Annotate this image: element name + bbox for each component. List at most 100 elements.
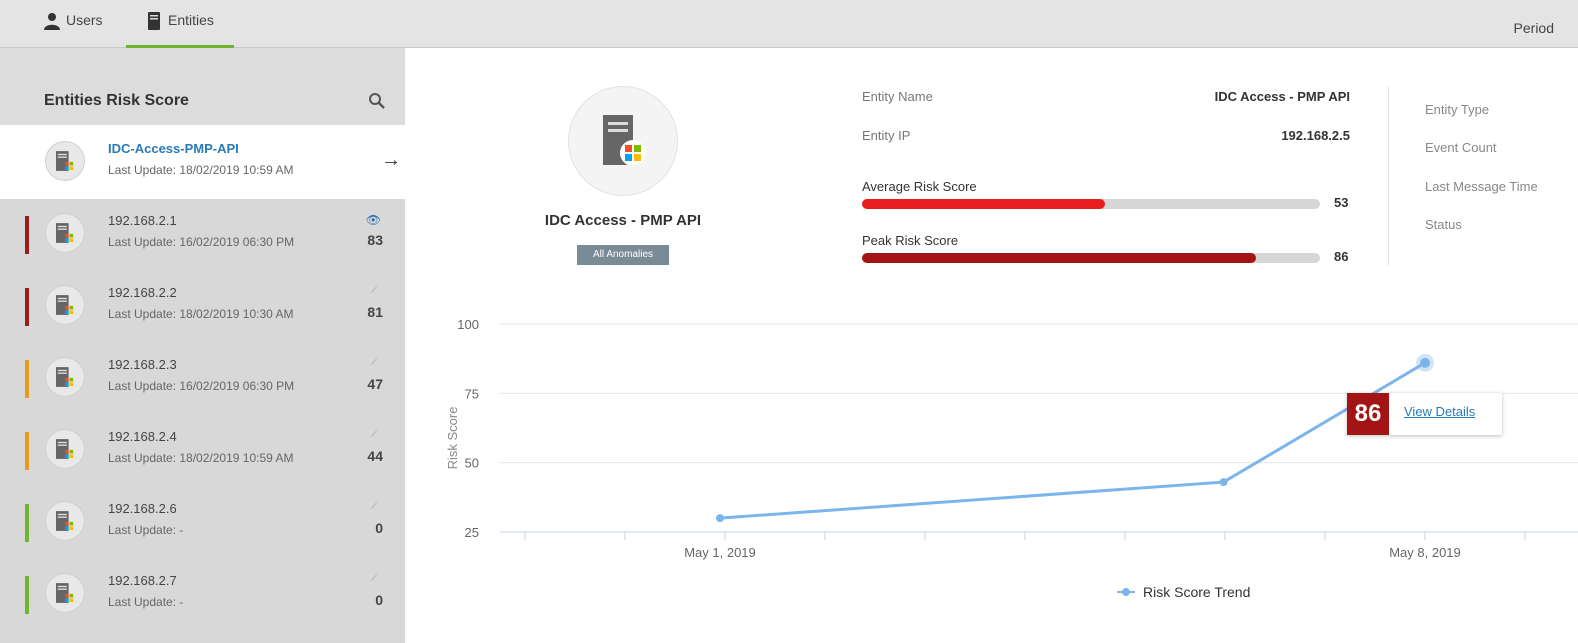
peak-risk-value: 86 [1334, 249, 1349, 264]
windows-server-icon [56, 223, 74, 243]
legend-label: Risk Score Trend [1143, 584, 1250, 600]
entity-avatar [45, 213, 85, 253]
windows-server-icon [56, 511, 74, 531]
data-point [1420, 357, 1430, 368]
windows-server-icon [56, 367, 74, 387]
chart-tooltip: 86 View Details [1347, 393, 1502, 435]
average-risk-value: 53 [1334, 195, 1349, 210]
x-tick-label: May 1, 2019 [684, 545, 756, 560]
sidebar-item-192-168-2-4[interactable]: 192.168.2.4 Last Update: 18/02/2019 10:59… [0, 415, 405, 487]
sidebar-item-192-168-2-2[interactable]: 192.168.2.2 Last Update: 18/02/2019 10:30… [0, 271, 405, 343]
average-risk-bar [862, 199, 1320, 209]
data-point [1219, 478, 1228, 487]
entity-ip-value: 192.168.2.5 [1281, 128, 1350, 143]
y-tick-label: 25 [465, 525, 479, 540]
entity-name: 192.168.2.6 [108, 501, 177, 516]
sidebar-title: Entities Risk Score [44, 92, 189, 109]
search-icon[interactable] [368, 92, 386, 110]
tooltip-score: 86 [1347, 393, 1389, 435]
severity-indicator [25, 288, 29, 326]
windows-server-icon [56, 439, 74, 459]
unwatched-icon[interactable]: ⟋ [371, 285, 377, 296]
risk-score-line [719, 361, 1426, 520]
eye-icon[interactable]: 👁 [366, 213, 381, 227]
risk-score: 83 [367, 232, 383, 248]
server-icon [148, 12, 160, 30]
entity-name: 192.168.2.3 [108, 357, 177, 372]
info-divider [1388, 86, 1389, 266]
entity-avatar [45, 429, 85, 469]
entity-avatar [45, 357, 85, 397]
risk-score-chart: 100 75 50 25 May 1, 2019 May 8, 2019 Risk Scor… [445, 317, 1578, 600]
legend-marker [1122, 588, 1130, 596]
entity-avatar [45, 573, 85, 613]
y-tick-label: 75 [465, 386, 479, 401]
period-selector[interactable]: Period [1514, 20, 1554, 36]
entity-last-update: Last Update: 18/02/2019 10:59 AM [108, 451, 294, 465]
y-tick-label: 50 [465, 456, 479, 471]
tab-entities-label: Entities [168, 12, 214, 28]
risk-score: 81 [367, 304, 383, 320]
y-axis-title: Risk Score [445, 407, 460, 470]
average-risk-fill [862, 199, 1105, 209]
severity-indicator [25, 432, 29, 470]
sidebar-header: Entities Risk Score [0, 48, 405, 125]
entity-name: 192.168.2.2 [108, 285, 177, 300]
entity-type-label: Entity Type [1425, 102, 1490, 117]
risk-score: 0 [375, 520, 383, 536]
sidebar-item-192-168-2-7[interactable]: 192.168.2.7 Last Update: - ⟋ 0 [0, 559, 405, 631]
risk-score: 44 [367, 448, 383, 464]
entity-name: 192.168.2.4 [108, 429, 177, 444]
windows-server-icon [56, 295, 74, 315]
entity-last-update: Last Update: - [108, 523, 184, 537]
windows-server-icon [56, 151, 74, 171]
entity-avatar [45, 285, 85, 325]
entity-avatar [45, 141, 85, 181]
data-point [716, 514, 724, 523]
entity-last-update: Last Update: - [108, 595, 184, 609]
selected-entity-update: Last Update: 18/02/2019 10:59 AM [108, 163, 294, 177]
entity-last-update: Last Update: 16/02/2019 06:30 PM [108, 235, 295, 249]
unwatched-icon[interactable]: ⟋ [371, 501, 377, 512]
risk-score: 0 [375, 592, 383, 608]
entity-name-label: Entity Name [862, 89, 933, 104]
entity-name: 192.168.2.7 [108, 573, 177, 588]
severity-indicator [25, 504, 29, 542]
entity-ip-label: Entity IP [862, 128, 911, 143]
last-message-time-label: Last Message Time [1425, 179, 1538, 194]
severity-indicator [25, 360, 29, 398]
entity-last-update: Last Update: 18/02/2019 10:30 AM [108, 307, 294, 321]
unwatched-icon[interactable]: ⟋ [371, 357, 377, 368]
entity-name-value: IDC Access - PMP API [1214, 89, 1350, 104]
sidebar: Entities Risk Score IDC-Access-PMP-API L… [0, 48, 405, 643]
arrow-right-icon[interactable]: → [381, 149, 401, 172]
y-tick-label: 100 [457, 317, 479, 332]
entity-large-avatar [568, 86, 678, 196]
peak-risk-bar [862, 253, 1320, 263]
entity-last-update: Last Update: 16/02/2019 06:30 PM [108, 379, 295, 393]
tab-users[interactable]: Users [44, 12, 103, 48]
entity-title: IDC Access - PMP API [544, 212, 702, 229]
peak-risk-label: Peak Risk Score [862, 233, 959, 248]
unwatched-icon[interactable]: ⟋ [371, 573, 377, 584]
top-bar: Users Entities Period [0, 0, 1578, 48]
tab-entities[interactable]: Entities [126, 12, 234, 48]
event-count-label: Event Count [1425, 140, 1497, 155]
view-details-link[interactable]: View Details [1404, 404, 1475, 419]
sidebar-item-192-168-2-1[interactable]: 192.168.2.1 Last Update: 16/02/2019 06:30… [0, 199, 405, 271]
severity-indicator [25, 216, 29, 254]
sidebar-item-192-168-2-3[interactable]: 192.168.2.3 Last Update: 16/02/2019 06:30… [0, 343, 405, 415]
selected-entity-name[interactable]: IDC-Access-PMP-API [108, 141, 239, 156]
average-risk-label: Average Risk Score [862, 179, 977, 194]
peak-risk-fill [862, 253, 1256, 263]
windows-server-icon [603, 115, 646, 165]
all-anomalies-button[interactable]: All Anomalies [577, 245, 669, 265]
entity-name: 192.168.2.1 [108, 213, 177, 228]
user-icon [44, 13, 60, 30]
risk-score: 47 [367, 376, 383, 392]
unwatched-icon[interactable]: ⟋ [371, 429, 377, 440]
sidebar-item-192-168-2-6[interactable]: 192.168.2.6 Last Update: - ⟋ 0 [0, 487, 405, 559]
status-label: Status [1425, 217, 1462, 232]
sidebar-item-selected[interactable]: IDC-Access-PMP-API Last Update: 18/02/20… [0, 125, 405, 199]
entity-avatar [45, 501, 85, 541]
